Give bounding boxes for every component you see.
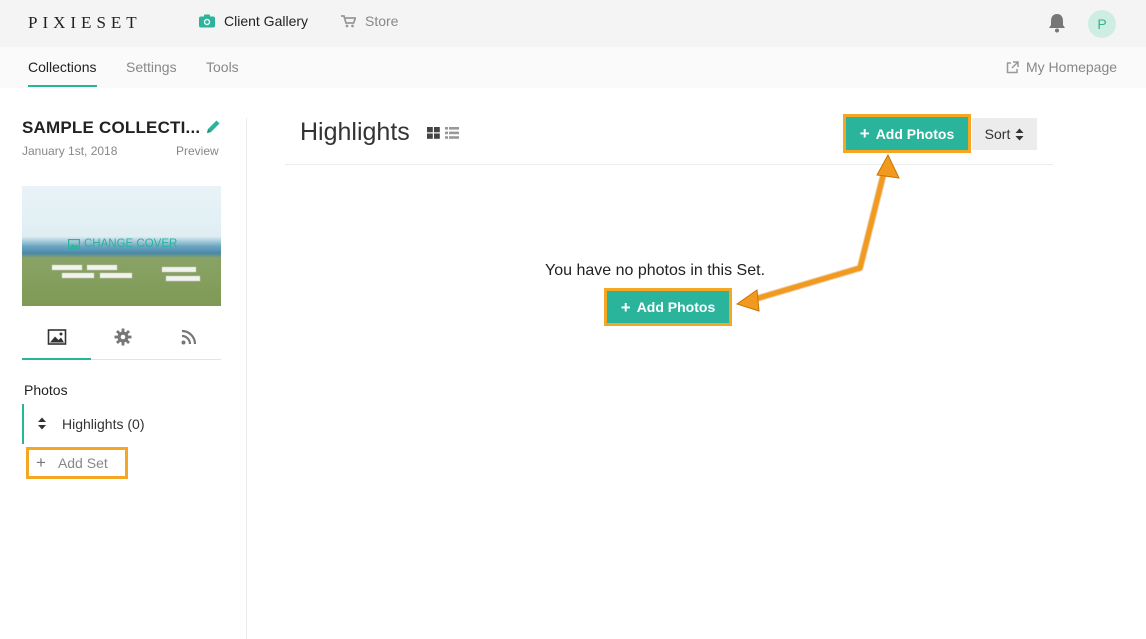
cart-icon — [341, 14, 356, 27]
set-item-label: Highlights (0) — [62, 416, 145, 432]
external-link-icon — [1006, 60, 1019, 73]
sidebar-divider — [246, 118, 247, 639]
active-tab-indicator — [28, 85, 97, 87]
nav-store-label: Store — [365, 13, 399, 29]
image-icon — [68, 239, 80, 249]
nav-client-gallery[interactable]: Client Gallery — [199, 13, 308, 29]
sidebar-tab-divider — [91, 359, 221, 360]
photos-icon[interactable] — [47, 327, 67, 347]
plus-icon: + — [859, 124, 870, 143]
empty-state-message: You have no photos in this Set. — [545, 262, 766, 279]
plus-icon: + — [36, 453, 46, 472]
my-homepage-link[interactable]: My Homepage — [1006, 59, 1117, 75]
collection-date: January 1st, 2018 — [22, 144, 118, 158]
grid-view-icon[interactable] — [427, 127, 440, 139]
photos-heading: Photos — [24, 382, 68, 398]
pencil-icon[interactable] — [204, 118, 222, 136]
my-homepage-label: My Homepage — [1026, 59, 1118, 75]
set-item-highlights[interactable]: Highlights (0) — [22, 404, 221, 444]
list-view-icon[interactable] — [445, 127, 459, 139]
change-cover-button[interactable]: CHANGE COVER — [68, 238, 177, 250]
view-toggle[interactable] — [427, 127, 459, 139]
sub-nav: Collections Settings Tools My Homepage — [0, 47, 1146, 88]
sidebar-active-tab-indicator — [22, 358, 91, 360]
tab-settings[interactable]: Settings — [126, 59, 177, 75]
avatar[interactable]: P — [1088, 10, 1116, 38]
camera-icon — [199, 14, 215, 28]
sort-label: Sort — [984, 126, 1011, 142]
preview-link[interactable]: Preview — [176, 144, 219, 158]
cover-chairs-graphic — [51, 264, 201, 282]
sort-button[interactable]: Sort — [972, 118, 1037, 150]
page-title: Highlights — [300, 118, 410, 146]
bell-icon[interactable] — [1046, 12, 1068, 34]
collection-title: SAMPLE COLLECTI... — [22, 118, 201, 137]
add-set-button[interactable]: + Add Set — [26, 447, 128, 479]
empty-add-photos-button[interactable]: + Add Photos — [604, 288, 732, 326]
tab-tools[interactable]: Tools — [206, 59, 239, 75]
annotation-arrow — [735, 153, 900, 312]
plus-icon: + — [620, 297, 631, 317]
sort-caret-icon — [1015, 128, 1024, 140]
nav-client-gallery-label: Client Gallery — [224, 13, 309, 29]
logo[interactable]: PIXIESET — [28, 13, 142, 33]
rss-icon[interactable] — [179, 327, 199, 347]
cover-image: CHANGE COVER — [22, 186, 221, 306]
empty-add-photos-label: Add Photos — [636, 299, 716, 315]
add-photos-button[interactable]: + Add Photos — [843, 114, 971, 153]
drag-sort-icon[interactable] — [37, 417, 47, 430]
gear-icon[interactable] — [113, 327, 133, 347]
change-cover-label: CHANGE COVER — [84, 238, 178, 250]
add-set-label: Add Set — [57, 455, 108, 471]
top-bar: PIXIESET Client Gallery Store P — [0, 0, 1146, 47]
nav-store[interactable]: Store — [341, 13, 398, 29]
header-divider — [285, 164, 1053, 165]
add-photos-label: Add Photos — [875, 125, 955, 142]
tab-collections[interactable]: Collections — [28, 59, 96, 75]
